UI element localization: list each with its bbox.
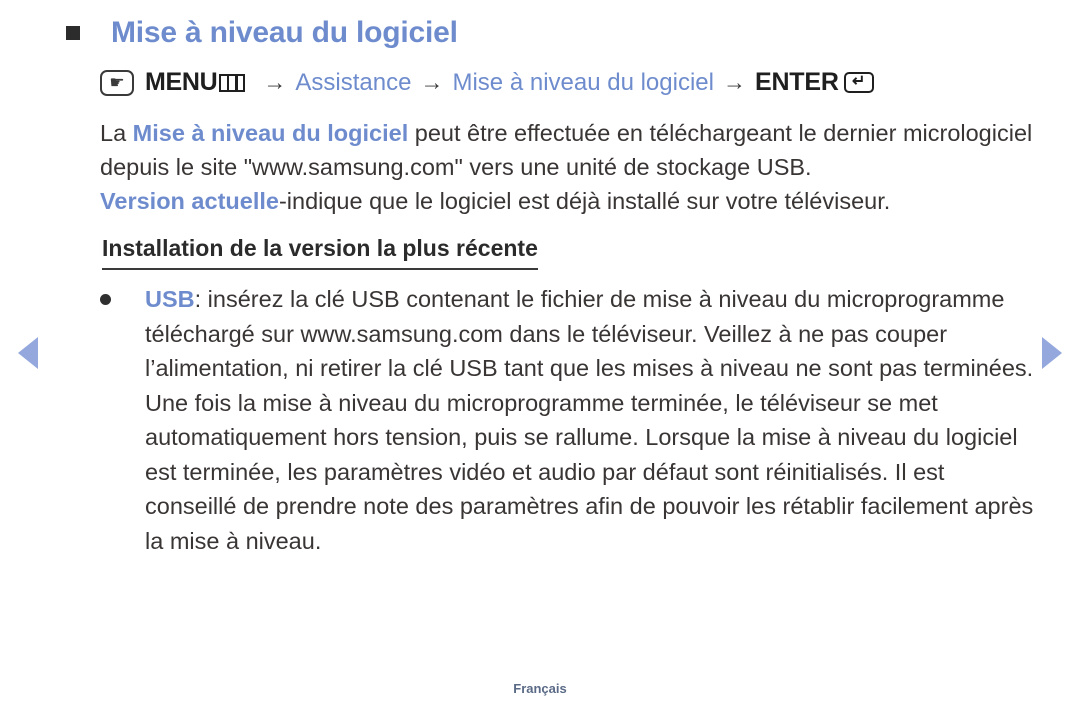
body-paragraph-2: Version actuelle-indique que le logiciel… bbox=[100, 184, 1040, 218]
page-title: Mise à niveau du logiciel bbox=[111, 16, 458, 49]
list-item-body: : insérez la clé USB contenant le fichie… bbox=[145, 286, 1034, 554]
enter-label[interactable]: ENTER bbox=[755, 68, 839, 97]
body-line2-highlight: Version actuelle bbox=[100, 188, 279, 214]
path-arrow-2: → bbox=[420, 69, 444, 95]
list-item: USB: insérez la clé USB contenant le fic… bbox=[100, 282, 1040, 558]
menu-step-software-upgrade[interactable]: Mise à niveau du logiciel bbox=[452, 69, 713, 97]
next-page-arrow[interactable] bbox=[1042, 337, 1062, 369]
body-line2-post: -indique que le logiciel est déjà instal… bbox=[278, 188, 891, 214]
prev-page-arrow[interactable] bbox=[18, 337, 38, 369]
body-line1-highlight: Mise à niveau du logiciel bbox=[132, 120, 409, 146]
menu-grid-icon bbox=[219, 73, 246, 92]
enter-return-icon: ↵ bbox=[843, 72, 874, 93]
subheading: Installation de la version la plus récen… bbox=[102, 235, 538, 270]
menu-step-assistance[interactable]: Assistance bbox=[295, 69, 411, 97]
path-arrow-3: → bbox=[722, 69, 746, 95]
hand-press-icon: ☛ bbox=[100, 69, 134, 96]
path-arrow-1: → bbox=[263, 69, 287, 95]
body-line1-pre: La bbox=[100, 120, 133, 146]
menu-path: ☛ MENU → Assistance → Mise à niveau du l… bbox=[100, 68, 874, 97]
manual-page: Mise à niveau du logiciel ☛ MENU → Assis… bbox=[0, 0, 1080, 705]
square-bullet-icon bbox=[66, 26, 80, 40]
list-item-text: USB: insérez la clé USB contenant le fic… bbox=[145, 282, 1040, 558]
list-item-label: USB bbox=[145, 286, 195, 312]
menu-label[interactable]: MENU bbox=[145, 68, 218, 97]
body-description: La Mise à niveau du logiciel peut être e… bbox=[100, 116, 1040, 218]
footer-language-label: Français bbox=[513, 681, 567, 696]
round-bullet-icon bbox=[100, 294, 111, 305]
page-title-row: Mise à niveau du logiciel bbox=[66, 16, 458, 50]
body-paragraph-1: La Mise à niveau du logiciel peut être e… bbox=[100, 116, 1040, 184]
